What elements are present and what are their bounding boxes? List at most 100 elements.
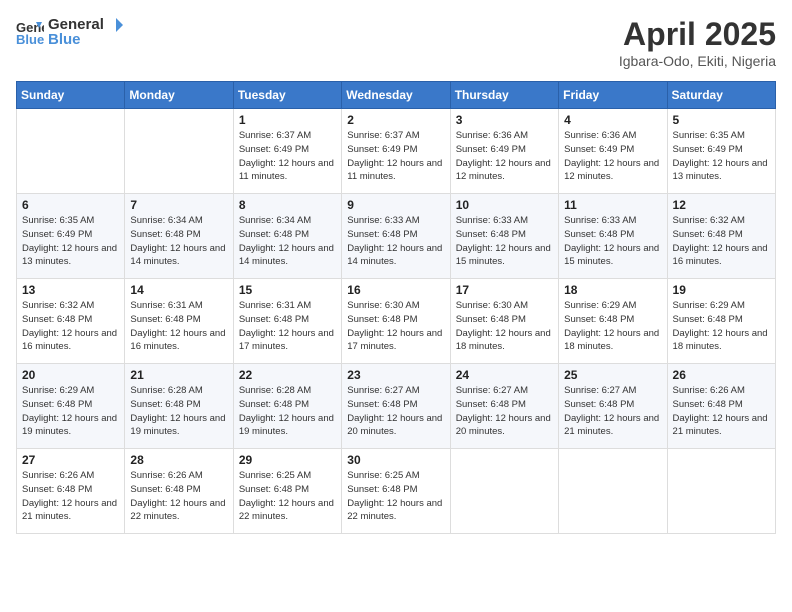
logo: General Blue General Blue xyxy=(16,16,126,49)
day-number: 8 xyxy=(239,198,336,212)
calendar-cell: 16 Sunrise: 6:30 AM Sunset: 6:48 PM Dayli… xyxy=(342,279,450,364)
day-number: 13 xyxy=(22,283,119,297)
day-number: 17 xyxy=(456,283,553,297)
calendar-cell: 17 Sunrise: 6:30 AM Sunset: 6:48 PM Dayli… xyxy=(450,279,558,364)
calendar-cell: 29 Sunrise: 6:25 AM Sunset: 6:48 PM Dayli… xyxy=(233,449,341,534)
calendar-header-saturday: Saturday xyxy=(667,82,775,109)
day-info: Sunrise: 6:34 AM Sunset: 6:48 PM Dayligh… xyxy=(239,214,336,269)
day-number: 27 xyxy=(22,453,119,467)
title-area: April 2025 Igbara-Odo, Ekiti, Nigeria xyxy=(619,16,776,69)
calendar-cell xyxy=(559,449,667,534)
day-info: Sunrise: 6:27 AM Sunset: 6:48 PM Dayligh… xyxy=(456,384,553,439)
day-info: Sunrise: 6:25 AM Sunset: 6:48 PM Dayligh… xyxy=(347,469,444,524)
day-info: Sunrise: 6:31 AM Sunset: 6:48 PM Dayligh… xyxy=(239,299,336,354)
calendar-cell: 11 Sunrise: 6:33 AM Sunset: 6:48 PM Dayli… xyxy=(559,194,667,279)
day-number: 25 xyxy=(564,368,661,382)
day-info: Sunrise: 6:35 AM Sunset: 6:49 PM Dayligh… xyxy=(673,129,770,184)
day-info: Sunrise: 6:26 AM Sunset: 6:48 PM Dayligh… xyxy=(130,469,227,524)
calendar-cell: 9 Sunrise: 6:33 AM Sunset: 6:48 PM Daylig… xyxy=(342,194,450,279)
calendar-cell: 24 Sunrise: 6:27 AM Sunset: 6:48 PM Dayli… xyxy=(450,364,558,449)
day-number: 7 xyxy=(130,198,227,212)
calendar-cell: 23 Sunrise: 6:27 AM Sunset: 6:48 PM Dayli… xyxy=(342,364,450,449)
day-info: Sunrise: 6:33 AM Sunset: 6:48 PM Dayligh… xyxy=(564,214,661,269)
location-title: Igbara-Odo, Ekiti, Nigeria xyxy=(619,53,776,69)
day-info: Sunrise: 6:30 AM Sunset: 6:48 PM Dayligh… xyxy=(347,299,444,354)
day-number: 11 xyxy=(564,198,661,212)
calendar-cell: 6Sunrise: 6:35 AM Sunset: 6:49 PM Daylig… xyxy=(17,194,125,279)
calendar-cell: 8 Sunrise: 6:34 AM Sunset: 6:48 PM Daylig… xyxy=(233,194,341,279)
calendar-cell: 22 Sunrise: 6:28 AM Sunset: 6:48 PM Dayli… xyxy=(233,364,341,449)
day-number: 22 xyxy=(239,368,336,382)
calendar-cell: 12Sunrise: 6:32 AM Sunset: 6:48 PM Dayli… xyxy=(667,194,775,279)
calendar-cell: 3 Sunrise: 6:36 AM Sunset: 6:49 PM Daylig… xyxy=(450,109,558,194)
calendar-cell: 15 Sunrise: 6:31 AM Sunset: 6:48 PM Dayli… xyxy=(233,279,341,364)
calendar-cell: 26Sunrise: 6:26 AM Sunset: 6:48 PM Dayli… xyxy=(667,364,775,449)
day-info: Sunrise: 6:25 AM Sunset: 6:48 PM Dayligh… xyxy=(239,469,336,524)
day-info: Sunrise: 6:29 AM Sunset: 6:48 PM Dayligh… xyxy=(673,299,770,354)
day-info: Sunrise: 6:32 AM Sunset: 6:48 PM Dayligh… xyxy=(22,299,119,354)
day-number: 16 xyxy=(347,283,444,297)
calendar-cell: 30 Sunrise: 6:25 AM Sunset: 6:48 PM Dayli… xyxy=(342,449,450,534)
calendar-cell: 5 Sunrise: 6:35 AM Sunset: 6:49 PM Daylig… xyxy=(667,109,775,194)
day-number: 12 xyxy=(673,198,770,212)
day-info: Sunrise: 6:33 AM Sunset: 6:48 PM Dayligh… xyxy=(456,214,553,269)
header: General Blue General Blue April 2025 Igb… xyxy=(16,16,776,69)
logo-icon: General Blue xyxy=(16,18,44,46)
svg-text:Blue: Blue xyxy=(16,32,44,46)
day-number: 19 xyxy=(673,283,770,297)
day-number: 30 xyxy=(347,453,444,467)
day-number: 23 xyxy=(347,368,444,382)
day-number: 14 xyxy=(130,283,227,297)
calendar-week-2: 13 Sunrise: 6:32 AM Sunset: 6:48 PM Dayli… xyxy=(17,279,776,364)
day-info: Sunrise: 6:37 AM Sunset: 6:49 PM Dayligh… xyxy=(239,129,336,184)
calendar-cell xyxy=(450,449,558,534)
calendar-cell: 7 Sunrise: 6:34 AM Sunset: 6:48 PM Daylig… xyxy=(125,194,233,279)
calendar-body: 1 Sunrise: 6:37 AM Sunset: 6:49 PM Daylig… xyxy=(17,109,776,534)
day-number: 24 xyxy=(456,368,553,382)
calendar-week-0: 1 Sunrise: 6:37 AM Sunset: 6:49 PM Daylig… xyxy=(17,109,776,194)
day-number: 9 xyxy=(347,198,444,212)
calendar-cell: 21Sunrise: 6:28 AM Sunset: 6:48 PM Dayli… xyxy=(125,364,233,449)
calendar: SundayMondayTuesdayWednesdayThursdayFrid… xyxy=(16,81,776,534)
day-info: Sunrise: 6:33 AM Sunset: 6:48 PM Dayligh… xyxy=(347,214,444,269)
day-number: 15 xyxy=(239,283,336,297)
calendar-cell: 27 Sunrise: 6:26 AM Sunset: 6:48 PM Dayli… xyxy=(17,449,125,534)
day-number: 1 xyxy=(239,113,336,127)
logo-triangle-icon xyxy=(106,16,124,34)
calendar-header-tuesday: Tuesday xyxy=(233,82,341,109)
month-title: April 2025 xyxy=(619,16,776,53)
calendar-week-4: 27 Sunrise: 6:26 AM Sunset: 6:48 PM Dayli… xyxy=(17,449,776,534)
day-number: 26 xyxy=(673,368,770,382)
calendar-cell xyxy=(667,449,775,534)
day-info: Sunrise: 6:30 AM Sunset: 6:48 PM Dayligh… xyxy=(456,299,553,354)
calendar-cell xyxy=(125,109,233,194)
logo-blue: Blue xyxy=(48,32,126,49)
day-info: Sunrise: 6:27 AM Sunset: 6:48 PM Dayligh… xyxy=(347,384,444,439)
calendar-cell: 4 Sunrise: 6:36 AM Sunset: 6:49 PM Daylig… xyxy=(559,109,667,194)
day-number: 29 xyxy=(239,453,336,467)
day-number: 4 xyxy=(564,113,661,127)
day-info: Sunrise: 6:26 AM Sunset: 6:48 PM Dayligh… xyxy=(22,469,119,524)
day-number: 3 xyxy=(456,113,553,127)
calendar-cell: 25Sunrise: 6:27 AM Sunset: 6:48 PM Dayli… xyxy=(559,364,667,449)
day-info: Sunrise: 6:29 AM Sunset: 6:48 PM Dayligh… xyxy=(22,384,119,439)
day-info: Sunrise: 6:37 AM Sunset: 6:49 PM Dayligh… xyxy=(347,129,444,184)
day-info: Sunrise: 6:34 AM Sunset: 6:48 PM Dayligh… xyxy=(130,214,227,269)
day-info: Sunrise: 6:36 AM Sunset: 6:49 PM Dayligh… xyxy=(456,129,553,184)
calendar-header-friday: Friday xyxy=(559,82,667,109)
day-info: Sunrise: 6:28 AM Sunset: 6:48 PM Dayligh… xyxy=(239,384,336,439)
calendar-cell: 2Sunrise: 6:37 AM Sunset: 6:49 PM Daylig… xyxy=(342,109,450,194)
calendar-cell: 14Sunrise: 6:31 AM Sunset: 6:48 PM Dayli… xyxy=(125,279,233,364)
calendar-header-thursday: Thursday xyxy=(450,82,558,109)
day-number: 5 xyxy=(673,113,770,127)
day-number: 6 xyxy=(22,198,119,212)
day-number: 21 xyxy=(130,368,227,382)
calendar-cell: 20Sunrise: 6:29 AM Sunset: 6:48 PM Dayli… xyxy=(17,364,125,449)
calendar-header-wednesday: Wednesday xyxy=(342,82,450,109)
calendar-header-row: SundayMondayTuesdayWednesdayThursdayFrid… xyxy=(17,82,776,109)
day-info: Sunrise: 6:36 AM Sunset: 6:49 PM Dayligh… xyxy=(564,129,661,184)
day-number: 18 xyxy=(564,283,661,297)
day-number: 10 xyxy=(456,198,553,212)
calendar-cell: 28Sunrise: 6:26 AM Sunset: 6:48 PM Dayli… xyxy=(125,449,233,534)
calendar-header-sunday: Sunday xyxy=(17,82,125,109)
